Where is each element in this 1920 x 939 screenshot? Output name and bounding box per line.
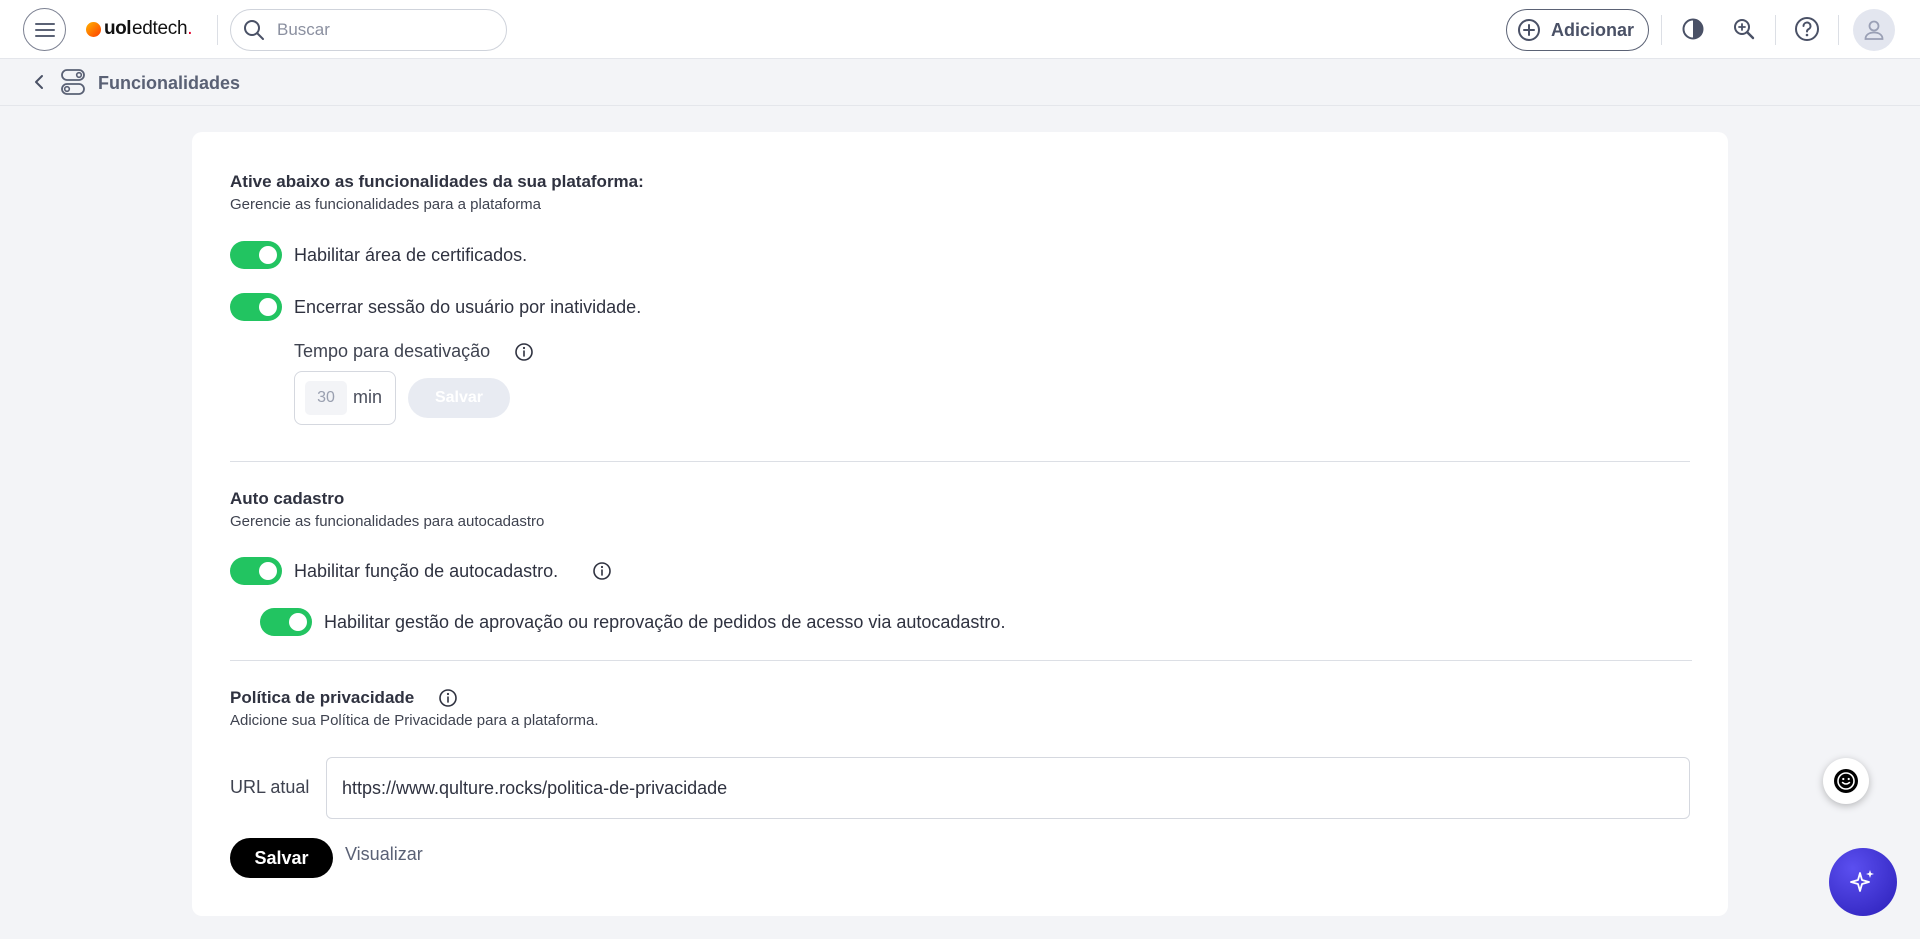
logo-brand: uol bbox=[104, 18, 132, 39]
auto-signup-subtitle: Gerencie as funcionalidades para autocad… bbox=[230, 513, 545, 530]
avatar[interactable] bbox=[1853, 9, 1895, 51]
divider bbox=[217, 15, 218, 45]
inactivity-logout-toggle-label: Encerrar sessão do usuário por inativida… bbox=[294, 297, 642, 317]
info-icon[interactable] bbox=[514, 342, 534, 362]
menu-button[interactable] bbox=[23, 8, 66, 51]
info-icon[interactable] bbox=[592, 561, 612, 581]
zoom-button[interactable] bbox=[1730, 15, 1758, 43]
search-placeholder: Buscar bbox=[277, 20, 330, 39]
privacy-url-field[interactable]: https://www.qulture.rocks/politica-de-pr… bbox=[326, 757, 1690, 819]
info-icon[interactable] bbox=[438, 688, 458, 708]
ai-assistant-button[interactable] bbox=[1829, 848, 1897, 916]
logo-product: edtech bbox=[132, 18, 188, 39]
privacy-title: Política de privacidade bbox=[230, 688, 415, 707]
certificates-toggle[interactable] bbox=[230, 241, 282, 269]
features-subtitle: Gerencie as funcionalidades para a plata… bbox=[230, 196, 542, 213]
search-input[interactable]: Buscar bbox=[230, 9, 507, 51]
menu-icon bbox=[34, 22, 55, 37]
zoom-icon bbox=[1734, 19, 1755, 40]
feedback-button[interactable] bbox=[1823, 758, 1869, 804]
chevron-left-icon bbox=[35, 75, 43, 89]
inactivity-logout-toggle[interactable] bbox=[230, 293, 282, 321]
certificates-toggle-label: Habilitar área de certificados. bbox=[294, 245, 528, 265]
timeout-field: 30 min bbox=[294, 371, 396, 425]
toggles-icon bbox=[61, 69, 85, 95]
privacy-subtitle: Adicione sua Política de Privacidade par… bbox=[230, 712, 599, 729]
auto-signup-title: Auto cadastro bbox=[230, 489, 345, 508]
uol-edtech-logo[interactable]: uol edtech . bbox=[86, 16, 193, 42]
section-divider bbox=[230, 660, 1692, 661]
features-title: Ative abaixo as funcionalidades da sua p… bbox=[230, 172, 644, 191]
search-icon bbox=[244, 20, 264, 40]
user-icon bbox=[1864, 20, 1884, 40]
view-link[interactable]: Visualizar bbox=[345, 844, 423, 865]
timeout-unit: min bbox=[353, 387, 383, 407]
add-button-label: Adicionar bbox=[1551, 19, 1635, 40]
contrast-icon bbox=[1682, 18, 1704, 40]
top-bar: uol edtech . Buscar Adicionar bbox=[0, 0, 1920, 59]
timeout-label: Tempo para desativação bbox=[294, 341, 491, 361]
timeout-input[interactable]: 30 bbox=[305, 381, 347, 415]
back-button[interactable] bbox=[29, 72, 49, 92]
settings-card: Ative abaixo as funcionalidades da sua p… bbox=[192, 132, 1728, 916]
divider bbox=[1838, 15, 1839, 45]
approval-management-toggle-label: Habilitar gestão de aprovação ou reprova… bbox=[324, 612, 1006, 632]
add-button[interactable]: Adicionar bbox=[1506, 9, 1649, 51]
save-button[interactable]: Salvar bbox=[230, 838, 333, 878]
breadcrumb: Funcionalidades bbox=[0, 60, 1920, 106]
logo-mark bbox=[86, 21, 101, 37]
smiley-icon bbox=[1834, 769, 1858, 793]
section-divider bbox=[230, 461, 1690, 462]
url-label: URL atual bbox=[230, 777, 310, 797]
sparkles-icon bbox=[1850, 870, 1874, 892]
auto-signup-toggle[interactable] bbox=[230, 557, 282, 585]
auto-signup-toggle-label: Habilitar função de autocadastro. bbox=[294, 561, 559, 581]
help-icon bbox=[1795, 17, 1819, 41]
divider bbox=[1775, 15, 1776, 45]
approval-management-toggle[interactable] bbox=[260, 608, 312, 636]
help-button[interactable] bbox=[1793, 15, 1821, 43]
add-circle-icon bbox=[1518, 19, 1540, 41]
contrast-button[interactable] bbox=[1679, 15, 1707, 43]
logo-tick: . bbox=[187, 18, 193, 39]
page-title: Funcionalidades bbox=[98, 73, 241, 93]
save-timeout-button[interactable]: Salvar bbox=[408, 378, 510, 418]
divider bbox=[1661, 15, 1662, 45]
